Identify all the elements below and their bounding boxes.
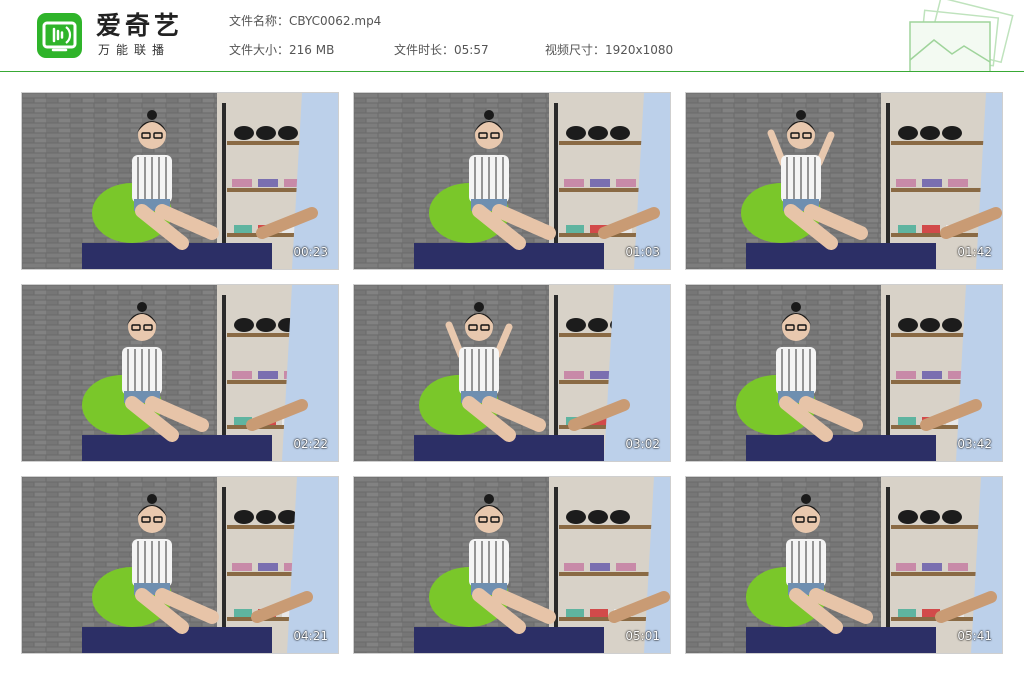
video-dimensions-info: 视频尺寸：1920x1080 — [545, 43, 673, 57]
file-duration-value: 05:57 — [454, 43, 489, 57]
video-frame-image — [354, 285, 670, 461]
file-name-info: 文件名称：CBYC0062.mp4 — [229, 14, 381, 28]
header: 爱奇艺 万能联播 文件名称：CBYC0062.mp4 文件大小：216 MB 文… — [0, 0, 1024, 75]
video-frame-image — [686, 285, 1002, 461]
file-size-value: 216 MB — [289, 43, 335, 57]
file-name-value: CBYC0062.mp4 — [289, 14, 382, 28]
file-duration-info: 文件时长：05:57 — [394, 43, 489, 57]
video-frame-image — [22, 93, 338, 269]
video-frame-image — [354, 93, 670, 269]
video-frame-image — [686, 93, 1002, 269]
video-frame-image — [686, 477, 1002, 653]
video-thumbnail[interactable]: 01:42 — [685, 92, 1003, 270]
file-name-label: 文件名称： — [229, 14, 290, 28]
thumbnail-timestamp: 04:21 — [293, 629, 328, 643]
thumbnail-timestamp: 01:42 — [957, 245, 992, 259]
video-thumbnail[interactable]: 05:41 — [685, 476, 1003, 654]
iqiyi-logo-icon — [37, 13, 82, 58]
thumbnail-timestamp: 03:02 — [625, 437, 660, 451]
video-dimensions-value: 1920x1080 — [605, 43, 674, 57]
thumbnail-timestamp: 03:42 — [957, 437, 992, 451]
file-size-label: 文件大小： — [229, 43, 290, 57]
video-frame-image — [22, 285, 338, 461]
thumbnail-timestamp: 05:41 — [957, 629, 992, 643]
video-thumbnail[interactable]: 03:02 — [353, 284, 671, 462]
video-thumbnail[interactable]: 02:22 — [21, 284, 339, 462]
thumbnail-timestamp: 02:22 — [293, 437, 328, 451]
thumbnail-timestamp: 01:03 — [625, 245, 660, 259]
video-thumbnail[interactable]: 05:01 — [353, 476, 671, 654]
thumbnail-timestamp: 05:01 — [625, 629, 660, 643]
video-frame-image — [354, 477, 670, 653]
file-duration-label: 文件时长： — [394, 43, 455, 57]
thumbnail-timestamp: 00:23 — [293, 245, 328, 259]
video-thumbnail[interactable]: 04:21 — [21, 476, 339, 654]
brand-name: 爱奇艺 — [96, 11, 184, 40]
video-dimensions-label: 视频尺寸： — [545, 43, 606, 57]
photo-stack-decoration-icon — [904, 0, 1016, 75]
video-frame-image — [22, 477, 338, 653]
brand-subtitle: 万能联播 — [98, 43, 171, 57]
video-thumbnail[interactable]: 00:23 — [21, 92, 339, 270]
file-size-info: 文件大小：216 MB — [229, 43, 334, 57]
video-thumbnail[interactable]: 01:03 — [353, 92, 671, 270]
video-thumbnail[interactable]: 03:42 — [685, 284, 1003, 462]
